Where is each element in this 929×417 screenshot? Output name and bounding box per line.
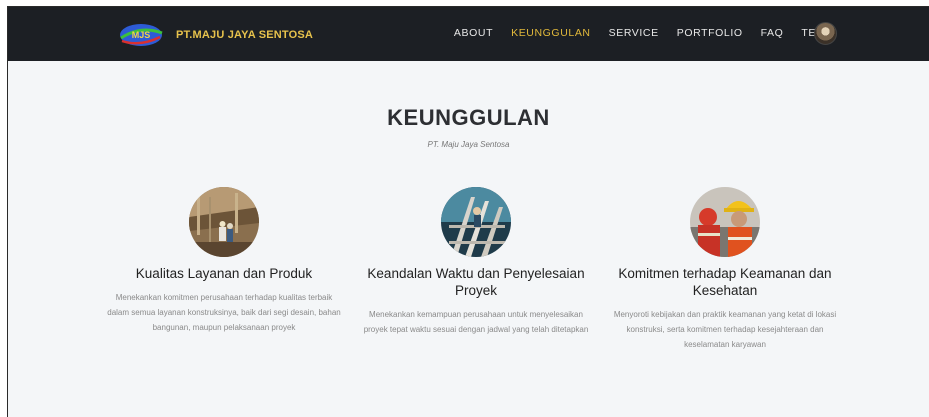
company-logo-icon: MJS xyxy=(120,24,163,46)
card-title: Komitmen terhadap Keamanan dan Kesehatan xyxy=(618,266,832,298)
nav-item-keunggulan[interactable]: KEUNGGULAN xyxy=(511,27,591,39)
svg-text:MJS: MJS xyxy=(132,30,151,40)
card-title: Kualitas Layanan dan Produk xyxy=(135,266,313,281)
nav-item-about[interactable]: ABOUT xyxy=(454,27,493,39)
card-title: Keandalan Waktu dan Penyelesaian Proyek xyxy=(367,266,585,298)
avatar[interactable] xyxy=(814,22,837,45)
navbar: MJS PT.MAJU JAYA SENTOSA ABOUT KEUNGGULA… xyxy=(8,7,929,61)
section-title: KEUNGGULAN xyxy=(387,105,550,130)
safety-helmet-workers-photo xyxy=(690,187,760,257)
card-description: Menekankan kemampuan perusahaan untuk me… xyxy=(363,310,589,334)
nav-menu: ABOUT KEUNGGULAN SERVICE PORTFOLIO FAQ T… xyxy=(454,27,833,39)
nav-item-portfolio[interactable]: PORTFOLIO xyxy=(677,27,743,39)
construction-workers-photo xyxy=(189,187,259,257)
feature-card-quality: Kualitas Layanan dan Produk Menekankan k… xyxy=(104,187,344,335)
feature-card-timeliness: Keandalan Waktu dan Penyelesaian Proyek … xyxy=(356,187,596,337)
nav-item-faq[interactable]: FAQ xyxy=(761,27,784,39)
feature-card-safety: Komitmen terhadap Keamanan dan Kesehatan… xyxy=(604,187,846,352)
card-description: Menekankan komitmen perusahaan terhadap … xyxy=(107,293,341,332)
brand[interactable]: MJS PT.MAJU JAYA SENTOSA xyxy=(118,21,313,49)
card-description: Menyoroti kebijakan dan praktik keamanan… xyxy=(613,310,837,349)
section-subtitle: PT. Maju Jaya Sentosa xyxy=(427,140,510,149)
nav-item-service[interactable]: SERVICE xyxy=(609,27,659,39)
browser-viewport: MJS PT.MAJU JAYA SENTOSA ABOUT KEUNGGULA… xyxy=(7,6,929,417)
scaffolding-worker-photo xyxy=(441,187,511,257)
brand-name[interactable]: PT.MAJU JAYA SENTOSA xyxy=(176,29,313,41)
